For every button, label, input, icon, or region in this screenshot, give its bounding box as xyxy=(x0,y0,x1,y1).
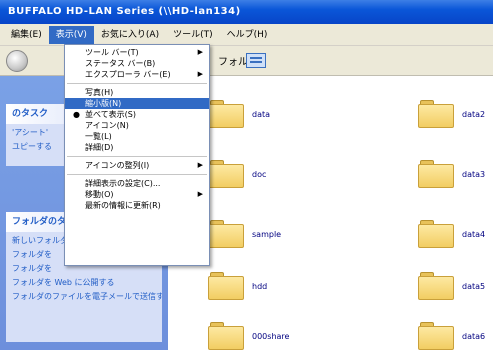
folder-label: data2 xyxy=(462,109,486,119)
radio-bullet-icon: ● xyxy=(73,110,80,119)
folder-label: sample xyxy=(252,229,282,239)
menu-item-details[interactable]: 詳細(D) xyxy=(65,142,209,153)
menu-item-icons[interactable]: アイコン(N) xyxy=(65,120,209,131)
folder-label: 000share xyxy=(252,331,290,341)
menu-item-toolbars[interactable]: ツール バー(T) ▶ xyxy=(65,47,209,58)
submenu-arrow-icon: ▶ xyxy=(197,70,203,78)
menu-item-arrange-icons[interactable]: アイコンの整列(I) ▶ xyxy=(65,160,209,171)
menu-item-explorer-bar[interactable]: エクスプローラ バー(E) ▶ xyxy=(65,69,209,80)
menu-item-label: 一覧(L) xyxy=(85,132,112,141)
views-button[interactable] xyxy=(246,53,266,68)
menu-item-label: 並べて表示(S) xyxy=(85,110,136,119)
menu-separator xyxy=(67,174,207,175)
menu-separator xyxy=(67,156,207,157)
menu-item-label: エクスプローラ バー(E) xyxy=(85,70,171,79)
folder-icon xyxy=(208,100,244,128)
folder-label: hdd xyxy=(252,281,268,291)
menu-item-label: アイコン(N) xyxy=(85,121,129,130)
window-title-bar: BUFFALO HD-LAN Series (\\HD-lan134) xyxy=(0,0,493,24)
menu-item-label: アイコンの整列(I) xyxy=(85,161,150,170)
menu-item-label: 最新の情報に更新(R) xyxy=(85,201,161,210)
folder-task-link[interactable]: フォルダを Web に公開する xyxy=(6,274,162,288)
folder-icon xyxy=(418,220,454,248)
menu-item-label: 縮小版(N) xyxy=(85,99,122,108)
folder-label: doc xyxy=(252,169,267,179)
folder-label: data3 xyxy=(462,169,486,179)
menu-item-thumbnails[interactable]: 縮小版(N) xyxy=(65,98,209,109)
view-menu-dropdown: ツール バー(T) ▶ ステータス バー(B) エクスプローラ バー(E) ▶ … xyxy=(64,44,210,266)
menu-item-label: 詳細(D) xyxy=(85,143,114,152)
folder-label: data5 xyxy=(462,281,486,291)
menu-item-label: 移動(O) xyxy=(85,190,114,199)
menu-item-filmstrip[interactable]: 写真(H) xyxy=(65,87,209,98)
folder-label: data xyxy=(252,109,271,119)
menu-item-list[interactable]: 一覧(L) xyxy=(65,131,209,142)
menu-bar: 編集(E) 表示(V) お気に入り(A) ツール(T) ヘルプ(H) xyxy=(0,24,493,46)
folder-icon xyxy=(208,272,244,300)
menu-favorites[interactable]: お気に入り(A) xyxy=(94,26,166,44)
folder-icon xyxy=(418,100,454,128)
folder-item[interactable]: data2 xyxy=(418,100,485,128)
menu-view[interactable]: 表示(V) xyxy=(48,25,94,44)
folder-label: data6 xyxy=(462,331,486,341)
menu-item-label: 詳細表示の設定(C)... xyxy=(85,179,161,188)
folder-icon xyxy=(418,272,454,300)
menu-edit[interactable]: 編集(E) xyxy=(4,26,49,44)
menu-item-tiles[interactable]: ● 並べて表示(S) xyxy=(65,109,209,120)
folder-item[interactable]: hdd xyxy=(208,272,267,300)
menu-help[interactable]: ヘルプ(H) xyxy=(220,26,275,44)
file-list: data data2 doc data3 sample data4 hdd da… xyxy=(168,76,493,350)
folder-item[interactable]: data3 xyxy=(418,160,485,188)
submenu-arrow-icon: ▶ xyxy=(197,190,203,198)
folder-icon xyxy=(208,220,244,248)
menu-item-label: 写真(H) xyxy=(85,88,114,97)
menu-separator xyxy=(67,83,207,84)
folder-label: data4 xyxy=(462,229,486,239)
folder-item[interactable]: sample xyxy=(208,220,281,248)
menu-item-go-to[interactable]: 移動(O) ▶ xyxy=(65,189,209,200)
folder-item[interactable]: doc xyxy=(208,160,266,188)
menu-item-status-bar[interactable]: ステータス バー(B) xyxy=(65,58,209,69)
menu-tools[interactable]: ツール(T) xyxy=(166,26,220,44)
submenu-arrow-icon: ▶ xyxy=(197,48,203,56)
menu-item-label: ステータス バー(B) xyxy=(85,59,156,68)
folder-icon xyxy=(208,160,244,188)
submenu-arrow-icon: ▶ xyxy=(197,161,203,169)
folder-item[interactable]: data xyxy=(208,100,270,128)
folder-item[interactable]: data6 xyxy=(418,322,485,350)
folder-item[interactable]: data4 xyxy=(418,220,485,248)
folder-item[interactable]: data5 xyxy=(418,272,485,300)
folder-item[interactable]: 000share xyxy=(208,322,289,350)
folder-icon xyxy=(418,322,454,350)
folder-icon xyxy=(208,322,244,350)
back-arrow-icon[interactable] xyxy=(6,50,28,72)
menu-item-refresh[interactable]: 最新の情報に更新(R) xyxy=(65,200,209,211)
folder-icon xyxy=(418,160,454,188)
menu-item-label: ツール バー(T) xyxy=(85,48,139,57)
folder-task-link[interactable]: フォルダのファイルを電子メールで送信する xyxy=(6,288,162,302)
menu-item-choose-details[interactable]: 詳細表示の設定(C)... xyxy=(65,178,209,189)
window-title: BUFFALO HD-LAN Series (\\HD-lan134) xyxy=(8,6,241,17)
